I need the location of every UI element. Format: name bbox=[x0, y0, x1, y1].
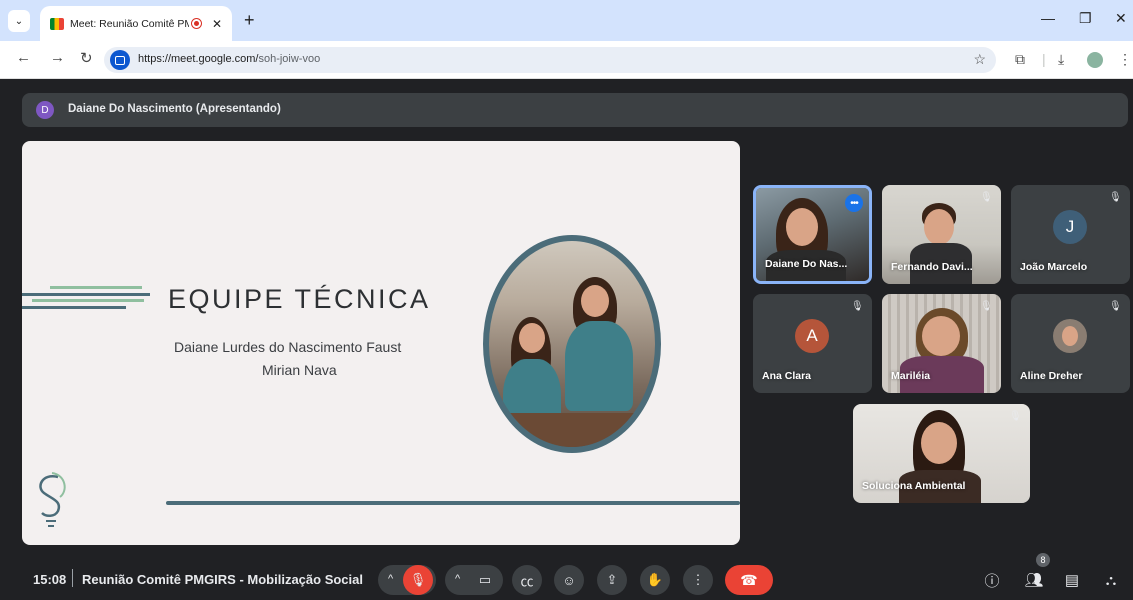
downloads-icon[interactable]: ⤓ bbox=[1058, 51, 1064, 68]
leave-call-button[interactable]: ☎ bbox=[725, 565, 773, 595]
footer-separator bbox=[72, 569, 73, 587]
emoji-reaction-button[interactable]: ☺ bbox=[554, 565, 584, 595]
present-screen-button[interactable]: ⇪ bbox=[597, 565, 627, 595]
participant-name: João Marcelo bbox=[1020, 261, 1088, 273]
participant-name: Mariléia bbox=[891, 370, 931, 382]
browser-toolbar: ← → ↻ https://meet.google.com/soh-joiw-v… bbox=[0, 41, 1133, 79]
url-host: https://meet.google.com/ bbox=[138, 53, 259, 65]
more-options-icon[interactable]: ••• bbox=[845, 194, 863, 212]
url-path: soh-joiw-voo bbox=[258, 53, 321, 65]
back-icon[interactable]: ← bbox=[16, 49, 31, 66]
slide-deco-line bbox=[32, 299, 144, 302]
participant-name: Daiane Do Nas... bbox=[765, 258, 848, 270]
browser-tab[interactable]: Meet: Reunião Comitê PMG ✕ bbox=[40, 6, 232, 41]
reload-icon[interactable]: ↻ bbox=[80, 49, 93, 67]
bookmark-star-icon[interactable]: ☆ bbox=[973, 51, 986, 68]
raise-hand-button[interactable]: ✋ bbox=[640, 565, 670, 595]
participant-photo-avatar bbox=[1053, 319, 1087, 353]
participant-tile[interactable]: J 🎙︎ João Marcelo bbox=[1011, 185, 1130, 284]
audio-options-chevron-icon[interactable]: ^ bbox=[388, 573, 393, 585]
people-icon[interactable]: 👥︎ bbox=[1023, 569, 1045, 591]
presentation-slide: EQUIPE TÉCNICA Daiane Lurdes do Nascimen… bbox=[22, 141, 740, 545]
company-logo-icon bbox=[39, 472, 66, 527]
slide-deco-line bbox=[22, 293, 150, 296]
slide-deco-line bbox=[22, 306, 126, 309]
profile-avatar[interactable] bbox=[1087, 52, 1103, 68]
mic-off-icon: 🎙︎ bbox=[851, 301, 864, 312]
participant-tile[interactable]: 🎙︎ Soluciona Ambiental bbox=[853, 404, 1030, 503]
mic-off-icon: 🎙︎ bbox=[980, 301, 993, 312]
participant-name: Soluciona Ambiental bbox=[862, 480, 966, 492]
presenter-avatar: D bbox=[36, 101, 54, 119]
recording-indicator-icon bbox=[190, 18, 202, 29]
mic-off-button[interactable]: 🎙︎ bbox=[403, 565, 433, 595]
address-bar[interactable]: https://meet.google.com/soh-joiw-voo ☆ bbox=[104, 47, 996, 73]
browser-tab-bar: ⌄ Meet: Reunião Comitê PMG ✕ + — ❐ ✕ bbox=[0, 0, 1133, 41]
slide-member-name: Mirian Nava bbox=[262, 362, 337, 378]
camera-off-button[interactable]: ▭ bbox=[470, 565, 500, 595]
extensions-icon[interactable]: ⧉ bbox=[1015, 51, 1025, 68]
browser-menu-icon[interactable]: ⋮ bbox=[1118, 51, 1132, 68]
mic-off-icon: 🎙︎ bbox=[1009, 411, 1022, 422]
mic-off-icon: 🎙︎ bbox=[1109, 192, 1122, 203]
meeting-clock: 15:08 bbox=[33, 572, 67, 587]
captions-button[interactable]: ㏄ bbox=[512, 565, 542, 595]
participant-tile[interactable]: A 🎙︎ Ana Clara bbox=[753, 294, 872, 393]
chat-icon[interactable]: ▤ bbox=[1061, 569, 1083, 591]
meet-favicon-icon bbox=[50, 17, 64, 30]
participant-name: Fernando Davi... bbox=[891, 261, 973, 273]
url-text: https://meet.google.com/soh-joiw-voo bbox=[138, 53, 320, 65]
tab-search-menu-icon[interactable]: ⌄ bbox=[8, 10, 30, 32]
slide-title: EQUIPE TÉCNICA bbox=[168, 284, 431, 314]
participant-tile[interactable]: 🎙︎ Mariléia bbox=[882, 294, 1001, 393]
slide-deco-line bbox=[50, 286, 142, 289]
participant-tile[interactable]: ••• Daiane Do Nas... bbox=[753, 185, 872, 284]
participant-count-badge: 8 bbox=[1036, 553, 1050, 567]
activities-icon[interactable]: ⛬ bbox=[1100, 569, 1122, 591]
meeting-title: Reunião Comitê PMGIRS - Mobilização Soci… bbox=[82, 572, 363, 587]
mic-off-icon: 🎙︎ bbox=[980, 192, 993, 203]
new-tab-icon[interactable]: + bbox=[244, 10, 255, 30]
more-options-button[interactable]: ⋮ bbox=[683, 565, 713, 595]
participant-name: Ana Clara bbox=[762, 370, 812, 382]
slide-member-name: Daiane Lurdes do Nascimento Faust bbox=[174, 339, 402, 355]
site-info-icon[interactable] bbox=[110, 50, 130, 70]
window-close-icon[interactable]: ✕ bbox=[1115, 10, 1127, 27]
minimize-icon[interactable]: — bbox=[1041, 10, 1055, 26]
participant-avatar: J bbox=[1053, 210, 1087, 244]
toolbar-divider: | bbox=[1042, 51, 1046, 67]
mic-off-icon: 🎙︎ bbox=[1109, 301, 1122, 312]
meeting-info-icon[interactable]: ⓘ bbox=[981, 569, 1003, 591]
forward-icon[interactable]: → bbox=[50, 49, 65, 66]
presenter-bar: D Daiane Do Nascimento (Apresentando) bbox=[22, 93, 1128, 127]
video-options-chevron-icon[interactable]: ^ bbox=[455, 573, 460, 585]
team-photo bbox=[483, 235, 661, 453]
participant-tile[interactable]: 🎙︎ Aline Dreher bbox=[1011, 294, 1130, 393]
tab-close-icon[interactable]: ✕ bbox=[212, 17, 222, 31]
participant-avatar: A bbox=[795, 319, 829, 353]
restore-icon[interactable]: ❐ bbox=[1079, 10, 1092, 27]
participant-name: Aline Dreher bbox=[1020, 370, 1083, 382]
slide-bottom-line bbox=[166, 501, 740, 505]
participant-tile[interactable]: 🎙︎ Fernando Davi... bbox=[882, 185, 1001, 284]
tab-title: Meet: Reunião Comitê PMG bbox=[70, 17, 189, 30]
presenter-label: Daiane Do Nascimento (Apresentando) bbox=[68, 103, 281, 115]
